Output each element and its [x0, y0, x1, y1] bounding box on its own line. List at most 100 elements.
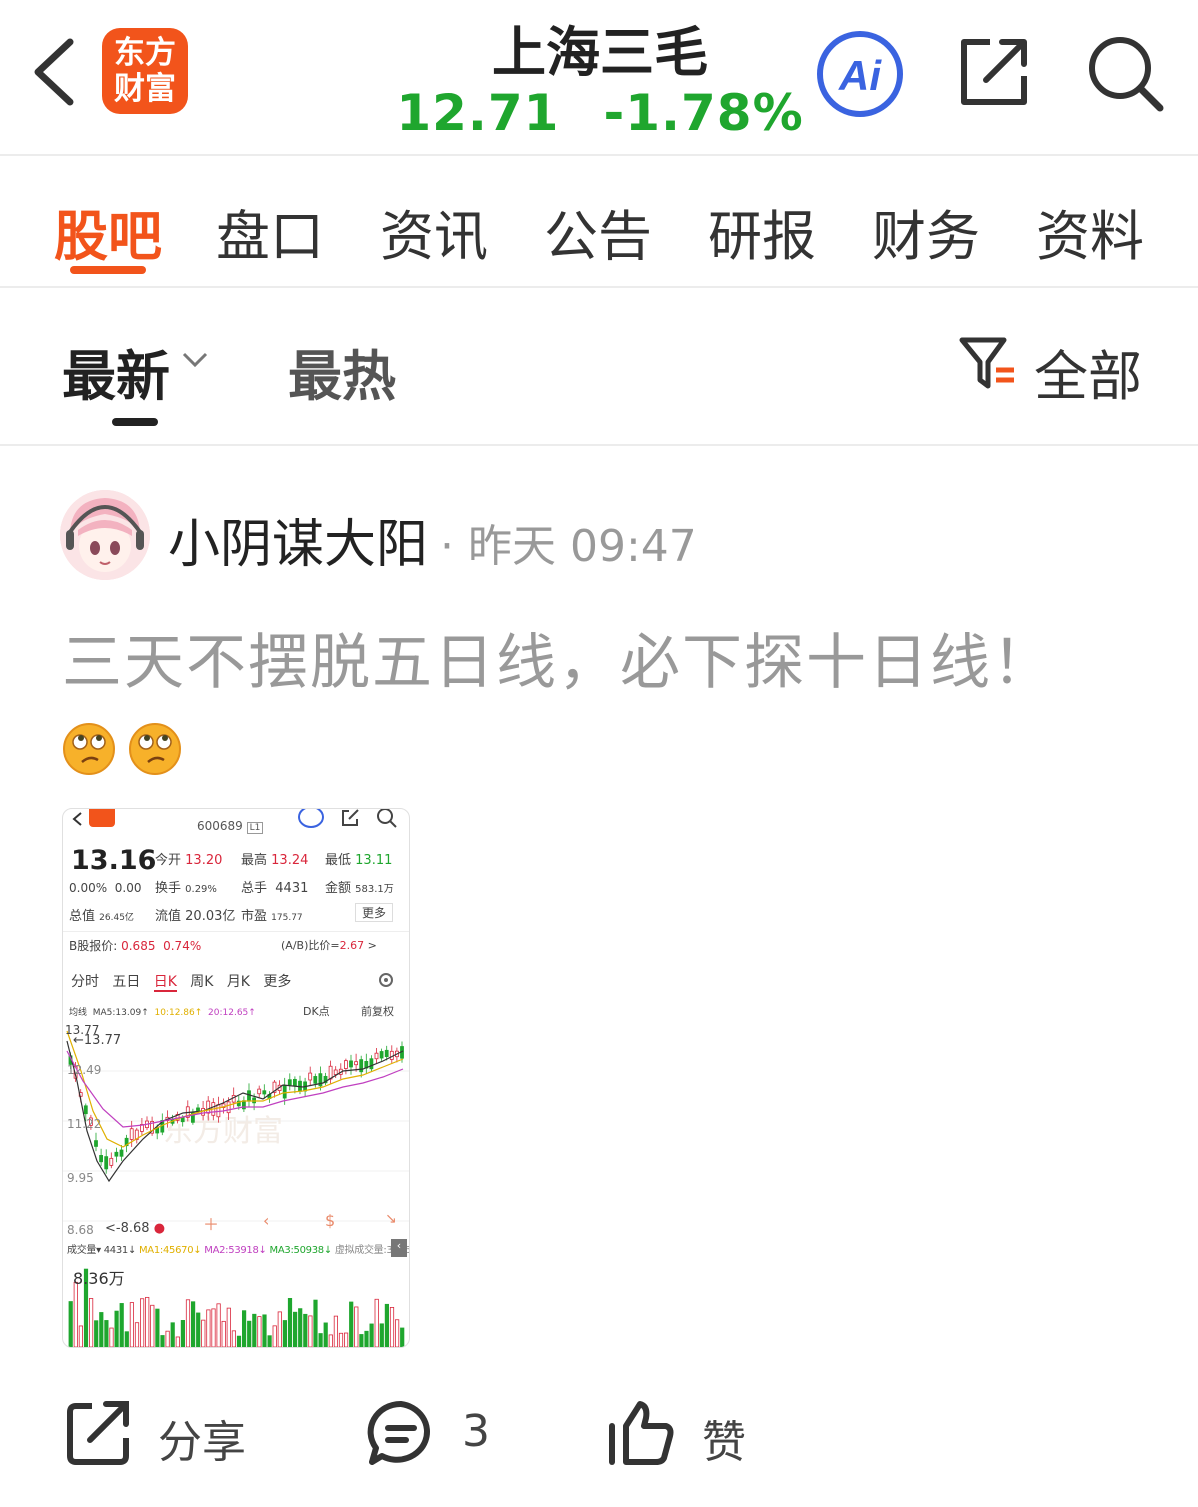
y-label-4: 9.95 [67, 1171, 94, 1185]
share-label[interactable]: 分享 [158, 1406, 278, 1470]
volume-bar [262, 1314, 267, 1347]
like-label[interactable]: 赞 [702, 1406, 782, 1470]
thumb-amount: 金额 583.1万 [325, 881, 394, 896]
share-icon [342, 809, 359, 826]
rolling-eyes-emoji-icon [128, 722, 182, 776]
thumb-low: 最低 13.11 [325, 853, 393, 868]
volume-bar [180, 1320, 185, 1347]
candle [292, 1078, 297, 1087]
rolling-eyes-emoji-icon [62, 722, 116, 776]
volume-bar [150, 1304, 155, 1347]
thumb-period-tabs: 分时 五日 日K 周K 月K 更多 [71, 974, 292, 992]
candle [354, 1061, 359, 1066]
candle [206, 1100, 211, 1114]
thumb-vol-legend: 成交量▾ 4431↓ MA1:45670↓ MA2:53918↓ MA3:509… [67, 1245, 410, 1256]
eastmoney-logo[interactable]: 东方 财富 [102, 28, 188, 114]
volume-bar [221, 1320, 226, 1347]
tab-profile[interactable]: 资料 [1030, 192, 1150, 271]
volume-bar [124, 1331, 129, 1347]
post-author[interactable]: 小阴谋大阳 [168, 502, 428, 577]
thumb-mktcap: 总值 26.45亿 [69, 909, 134, 924]
candle [282, 1085, 287, 1099]
avatar[interactable] [60, 490, 150, 580]
logo-text-line2: 财富 [114, 71, 176, 107]
candle [104, 1156, 109, 1170]
volume-bar [394, 1319, 400, 1347]
volume-bar [369, 1323, 374, 1347]
post-text[interactable]: 三天不摆脱五日线，必下探十日线！ [62, 614, 1054, 701]
volume-bar [119, 1303, 124, 1347]
back-arrow-icon[interactable] [28, 30, 88, 114]
candle [83, 1105, 88, 1115]
sort-hot-button[interactable]: 最热 [288, 332, 396, 411]
candle [119, 1149, 124, 1157]
eastmoney-logo [89, 809, 115, 827]
filter-label[interactable]: 全部 [1034, 332, 1142, 411]
dollar-icon: $ [325, 1211, 336, 1230]
volume-bar [190, 1301, 196, 1347]
ai-assistant-icon[interactable]: Ai [814, 28, 906, 120]
sort-latest-button[interactable]: 最新 [62, 332, 170, 411]
filter-icon[interactable] [958, 334, 1018, 394]
comment-count[interactable]: 3 [462, 1406, 522, 1457]
expand-icon: ↘ [385, 1211, 397, 1227]
tab-announcements[interactable]: 公告 [538, 192, 658, 271]
volume-bar [272, 1325, 277, 1347]
volume-bar [94, 1320, 99, 1347]
candle [114, 1151, 119, 1157]
volume-bar [338, 1332, 344, 1347]
search-icon[interactable] [1086, 34, 1164, 112]
post-image[interactable]: 600689 L1 13.16 今开 13.20 最高 13.24 最低 13.… [62, 808, 410, 1348]
volume-bar [175, 1336, 180, 1347]
tab-research[interactable]: 研报 [702, 192, 822, 271]
candle [328, 1065, 333, 1080]
volume-bar [287, 1298, 293, 1347]
volume-bar [201, 1319, 206, 1347]
section-tabs: 股吧 盘口 资讯 公告 研报 财务 资料 [0, 158, 1198, 288]
volume-bar [185, 1299, 191, 1347]
y-label-2: 12.49 [67, 1063, 102, 1077]
volume-bar [165, 1330, 170, 1347]
candle [216, 1104, 221, 1118]
volume-bar [170, 1322, 175, 1347]
tab-finance[interactable]: 财务 [866, 192, 986, 271]
thumb-ma-legend: 均线 MA5:13.09↑ 10:12.86↑ 20:12.65↑ [69, 1008, 256, 1018]
share-icon[interactable] [956, 34, 1032, 110]
thumb-ab-ratio: (A/B)比价=2.67 > [281, 939, 377, 952]
volume-bar [384, 1303, 390, 1347]
candle [247, 1090, 251, 1102]
tab-news[interactable]: 资讯 [374, 192, 494, 271]
volume-bar [349, 1301, 354, 1347]
thumbs-up-icon[interactable] [606, 1398, 676, 1468]
candle [343, 1060, 348, 1069]
volume-bar [160, 1335, 165, 1347]
share-icon[interactable] [62, 1398, 132, 1468]
active-tab-indicator [70, 266, 146, 274]
volume-bar [303, 1313, 308, 1347]
thumb-more-button: 更多 [355, 903, 394, 922]
chevron-down-icon[interactable] [180, 350, 210, 370]
tab-pankou[interactable]: 盘口 [210, 192, 330, 271]
volume-bar [379, 1323, 384, 1347]
volume-bar [323, 1322, 328, 1347]
thumb-dk: DK点 [303, 1005, 330, 1018]
zoom-in-icon: ＋ [203, 1215, 220, 1234]
volume-bar [211, 1308, 216, 1347]
volume-bar [359, 1334, 364, 1347]
candle [109, 1157, 114, 1166]
stock-change-pct: -1.78% [603, 84, 804, 142]
volume-bar [226, 1307, 231, 1347]
candle [313, 1076, 318, 1084]
volume-bar [145, 1296, 150, 1347]
volume-bar [104, 1320, 109, 1347]
volume-bar [343, 1332, 349, 1347]
stock-name: 上海三毛 [492, 21, 708, 84]
kline-chart: 东方财富 [63, 1030, 409, 1222]
stock-quote: 12.71 -1.78% [380, 84, 820, 142]
volume-bar [68, 1301, 73, 1347]
volume-bar [109, 1327, 114, 1347]
tab-guba[interactable]: 股吧 [48, 192, 168, 271]
comment-icon[interactable] [366, 1398, 436, 1468]
thumb-volume: 总手 4431 [241, 881, 309, 896]
volume-bar [333, 1315, 339, 1347]
